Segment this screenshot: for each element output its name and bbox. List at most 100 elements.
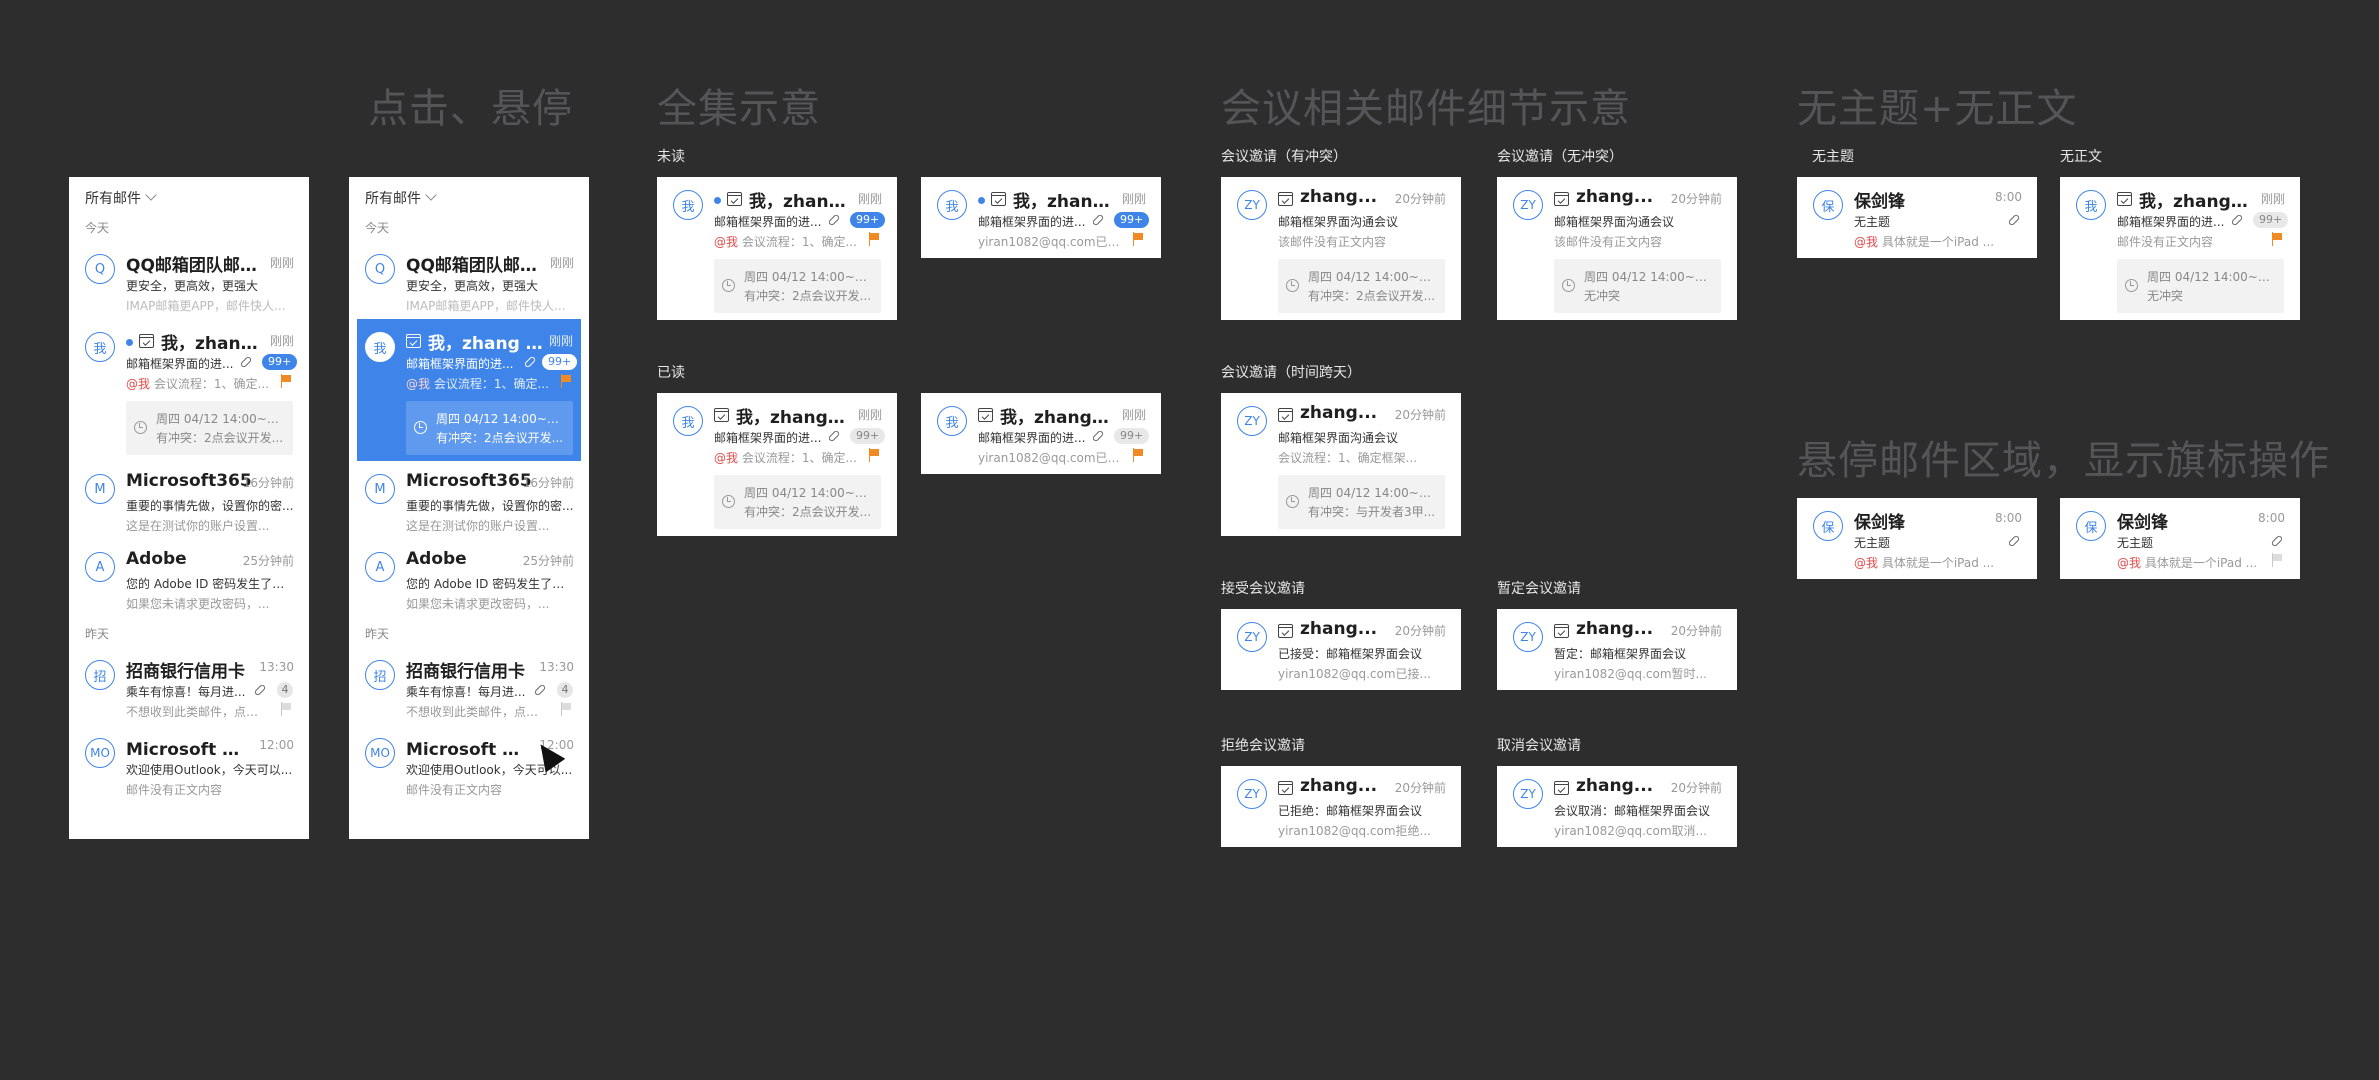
avatar: ZY <box>1237 779 1267 809</box>
list-item[interactable]: 我 我，zhang... 刚刚 邮箱框架界面的进... 99+ @我 会议流程：… <box>69 319 309 461</box>
list-item[interactable]: M Microsoft365 16分钟前 重要的事情先做，设置你的密... 这是… <box>349 461 589 539</box>
mail-card-read-short[interactable]: 我 我，zhang Yi... 刚刚 邮箱框架界面的进... 99+ yiran… <box>921 393 1161 474</box>
meeting-card[interactable]: 周四 04/12 14:00~17... 有冲突：2点会议开发... <box>714 259 881 313</box>
meeting-mail-tentative[interactable]: ZY zhang... 20分钟前 暂定：邮箱框架界面会议 yiran1082@… <box>1497 609 1737 690</box>
chevron-down-icon <box>145 189 157 201</box>
avatar: 保 <box>2076 511 2106 541</box>
mail-preview: yiran1082@qq.com取消... <box>1554 824 1707 838</box>
mail-subject: 邮箱框架界面的进... <box>126 357 234 371</box>
meeting-mail-decline[interactable]: ZY zhang... 20分钟前 已拒绝：邮箱框架界面会议 yiran1082… <box>1221 766 1461 847</box>
mail-card-unread-short[interactable]: 我 我，zhang... 刚刚 邮箱框架界面的进... 99+ yiran108… <box>921 177 1161 258</box>
list-item-selected[interactable]: 我 我，zhang Yi... 刚刚 邮箱框架界面的进... 99+ @我 会议… <box>357 319 581 461</box>
mail-time: 刚刚 <box>269 334 294 348</box>
mail-preview: yiran1082@qq.com已接... <box>978 451 1123 465</box>
flag-icon[interactable] <box>868 448 880 462</box>
list-item[interactable]: A Adobe 25分钟前 您的 Adobe ID 密码发生了变化 如果您未请求… <box>69 539 309 617</box>
meeting-card[interactable]: 周四 04/12 14:00~17... 有冲突：2点会议开发... <box>1278 259 1445 313</box>
flag-icon[interactable] <box>560 374 572 388</box>
meeting-mail-accept[interactable]: ZY zhang... 20分钟前 已接受：邮箱框架界面会议 yiran1082… <box>1221 609 1461 690</box>
meeting-card[interactable]: 周四 04/12 14:00~17... 有冲突：2点会议开发... <box>126 401 293 455</box>
mail-card-read[interactable]: 我 我，zhang Yi... 刚刚 邮箱框架界面的进... 99+ @我 会议… <box>657 393 897 536</box>
group-today: 今天 <box>85 221 110 235</box>
mail-preview: 具体就是一个iPad ... <box>1881 235 1995 249</box>
attachment-icon <box>1091 212 1104 225</box>
mail-preview: yiran1082@qq.com暂时... <box>1554 667 1707 681</box>
flag-icon[interactable] <box>2271 232 2283 246</box>
meeting-card[interactable]: 周四 04/12 14:00~17... 有冲突：2点会议开发... <box>406 401 573 455</box>
avatar: MO <box>85 738 115 768</box>
mail-preview: 具体就是一个iPad ... <box>2144 556 2258 570</box>
mail-time: 25分钟前 <box>242 554 294 568</box>
count-badge: 99+ <box>542 354 578 370</box>
flag-icon[interactable] <box>1132 232 1144 246</box>
clock-icon <box>414 421 427 434</box>
meeting-card[interactable]: 周四 04/12 14:00~17... 有冲突：与开发者3甲... <box>1278 475 1445 529</box>
flag-icon[interactable] <box>560 702 572 716</box>
count-badge: 99+ <box>262 354 298 370</box>
flag-icon[interactable] <box>280 374 292 388</box>
sender-name: 我，zhang... <box>1013 192 1113 212</box>
mail-preview: 这是在测试你的账户设置... <box>406 519 550 533</box>
flag-icon[interactable] <box>2271 553 2283 567</box>
mail-card-hover-flag[interactable]: 保 保剑锋 8:00 无主题 @我 具体就是一个iPad ... <box>2060 498 2300 579</box>
calendar-icon <box>978 408 993 422</box>
attachment-icon <box>239 354 252 367</box>
unread-dot-icon <box>126 339 133 346</box>
calendar-icon <box>727 192 742 206</box>
attachment-icon <box>2007 212 2020 225</box>
folder-label: 所有邮件 <box>365 191 421 207</box>
mail-subject: 无主题 <box>1854 536 1891 550</box>
meeting-mail-crossday[interactable]: ZY zhang... 20分钟前 邮箱框架界面沟通会议 会议流程：1、确定框架… <box>1221 393 1461 536</box>
flag-icon[interactable] <box>1132 448 1144 462</box>
mail-subject: 重要的事情先做，设置你的密... <box>406 499 574 513</box>
mail-time: 8:00 <box>2258 511 2285 525</box>
flag-icon[interactable] <box>868 232 880 246</box>
attachment-icon <box>827 212 840 225</box>
mail-preview: 该邮件没有正文内容 <box>1554 235 1663 249</box>
mail-card-unread[interactable]: 我 我，zhang... 刚刚 邮箱框架界面的进... 99+ @我 会议流程：… <box>657 177 897 320</box>
mail-time: 刚刚 <box>548 334 573 348</box>
folder-selector[interactable]: 所有邮件 <box>349 177 589 217</box>
count-badge: 99+ <box>1114 212 1150 228</box>
mail-card-hover-noflag[interactable]: 保 保剑锋 8:00 无主题 @我 具体就是一个iPad ... <box>1797 498 2037 579</box>
list-item[interactable]: 招 招商银行信用卡 13:30 乘车有惊喜！每月进... 4 不想收到此类邮件，… <box>69 647 309 725</box>
section-title-overview: 全集示意 <box>657 86 821 132</box>
mail-card-nobody[interactable]: 我 我，zhang Yi... 刚刚 邮箱框架界面的进... 99+ 邮件没有正… <box>2060 177 2300 320</box>
meeting-mail-cancel[interactable]: ZY zhang... 20分钟前 会议取消：邮箱框架界面会议 yiran108… <box>1497 766 1737 847</box>
mail-subject: 会议取消：邮箱框架界面会议 <box>1554 804 1711 818</box>
clock-icon <box>1562 279 1575 292</box>
meeting-card[interactable]: 周四 04/12 14:00~17... 无冲突 <box>1554 259 1721 313</box>
list-item-hover[interactable]: 招 招商银行信用卡 13:30 乘车有惊喜！每月进... 4 不想收到此类邮件，… <box>349 647 589 725</box>
meeting-time: 周四 04/12 14:00~17... <box>744 270 874 284</box>
mail-card-nosubject[interactable]: 保 保剑锋 8:00 无主题 @我 具体就是一个iPad ... <box>1797 177 2037 258</box>
avatar: Q <box>85 254 115 284</box>
mail-preview: 邮件没有正文内容 <box>2117 235 2214 249</box>
meeting-mail-noconflict[interactable]: ZY zhang... 20分钟前 邮箱框架界面沟通会议 该邮件没有正文内容 周… <box>1497 177 1737 320</box>
folder-selector[interactable]: 所有邮件 <box>69 177 309 217</box>
list-item[interactable]: Q QQ邮箱团队邮箱... 刚刚 更安全，更高效，更强大 IMAP邮箱更APP，… <box>69 241 309 319</box>
mail-subject: 邮箱框架界面的进... <box>2117 215 2225 229</box>
mail-subject: 邮箱框架界面的进... <box>978 215 1086 229</box>
mail-preview: IMAP邮箱更APP，邮件快人... <box>406 299 566 313</box>
list-item[interactable]: Q QQ邮箱团队邮箱... 刚刚 更安全，更高效，更强大 IMAP邮箱更APP，… <box>349 241 589 319</box>
avatar: 我 <box>937 190 967 220</box>
flag-icon[interactable] <box>280 702 292 716</box>
mail-time: 刚刚 <box>1121 192 1146 206</box>
mail-subject: 已拒绝：邮箱框架界面会议 <box>1278 804 1423 818</box>
sender-name: Microsoft365 <box>406 471 532 491</box>
meeting-card[interactable]: 周四 04/12 14:00~17... 有冲突：2点会议开发... <box>714 475 881 529</box>
group-today: 今天 <box>365 221 390 235</box>
mention-tag: @我 <box>714 235 739 249</box>
list-item[interactable]: M Microsoft365 16分钟前 重要的事情先做，设置你的密... 这是… <box>69 461 309 539</box>
meeting-mail-conflict[interactable]: ZY zhang... 20分钟前 邮箱框架界面沟通会议 该邮件没有正文内容 周… <box>1221 177 1461 320</box>
list-item[interactable]: A Adobe 25分钟前 您的 Adobe ID 密码发生了变化 如果您未请求… <box>349 539 589 617</box>
meeting-card[interactable]: 周四 04/12 14:00~17... 无冲突 <box>2117 259 2284 313</box>
mail-preview: 邮件没有正文内容 <box>126 783 223 797</box>
mail-time: 刚刚 <box>549 256 574 270</box>
sender-name: 我，zhang... <box>749 192 849 212</box>
group-yesterday: 昨天 <box>365 627 390 641</box>
mail-subject: 乘车有惊喜！每月进... <box>406 685 526 699</box>
mail-subject: 邮箱框架界面沟通会议 <box>1554 215 1675 229</box>
mail-time: 8:00 <box>1995 511 2022 525</box>
list-item[interactable]: MO Microsoft 微软... 12:00 欢迎使用Outlook，今天可… <box>69 725 309 803</box>
